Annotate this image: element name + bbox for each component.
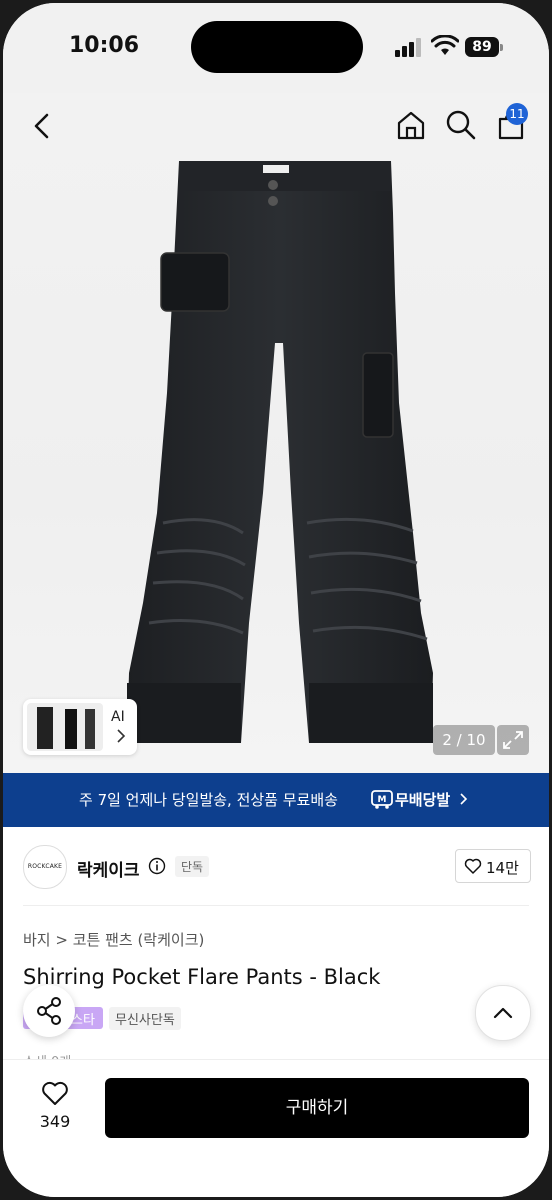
- device-frame: 10:06 89 11 AI 2 / 10 주 7일 언제나 당일발송, 전상품…: [0, 0, 552, 1200]
- wishlist-count: 349: [39, 1112, 71, 1131]
- buy-button[interactable]: 구매하기: [105, 1078, 529, 1138]
- cart-count-badge: 11: [506, 103, 528, 125]
- banner-brand: 무배당발: [395, 791, 451, 809]
- thumbnail-image: [27, 703, 103, 751]
- scroll-top-button[interactable]: [475, 985, 531, 1041]
- ai-similar-thumbnail[interactable]: AI: [23, 699, 137, 755]
- banner-text: 주 7일 언제나 당일발송, 전상품 무료배송: [79, 791, 338, 809]
- screen: 10:06 89 11 AI 2 / 10 주 7일 언제나 당일발송, 전상품…: [3, 3, 549, 1197]
- musinsa-exclusive-tag: 무신사단독: [109, 1007, 181, 1030]
- expand-button[interactable]: [497, 725, 529, 755]
- info-icon[interactable]: [148, 857, 166, 875]
- chevron-right-icon: [460, 793, 468, 805]
- svg-text:M: M: [378, 795, 387, 805]
- wifi-icon: [431, 35, 459, 55]
- brand-like-count: 14만: [486, 859, 519, 877]
- shipping-banner[interactable]: 주 7일 언제나 당일발송, 전상품 무료배송 M 무배당발: [3, 773, 549, 827]
- signal-icon: [395, 37, 425, 57]
- expand-icon: [503, 731, 523, 749]
- brand-exclusive-tag: 단독: [175, 856, 210, 877]
- chevron-right-icon: [117, 729, 126, 743]
- product-image-pants: [127, 161, 433, 743]
- battery-indicator: 89: [465, 37, 499, 57]
- breadcrumb[interactable]: 바지 > 코튼 팬츠 (락케이크): [23, 929, 204, 950]
- battery-tip: [500, 44, 503, 51]
- heart-icon: [42, 1081, 68, 1105]
- image-counter: 2 / 10: [433, 725, 495, 755]
- brand-logo[interactable]: ROCKCAKE: [23, 845, 67, 889]
- brand-logo-text: ROCKCAKE: [27, 863, 63, 870]
- dynamic-island: [191, 21, 363, 73]
- home-icon[interactable]: [395, 109, 427, 141]
- heart-icon: [464, 858, 482, 874]
- brand-name[interactable]: 락케이크: [77, 856, 140, 881]
- ai-label: AI: [111, 709, 125, 725]
- purchase-bar: 349 구매하기: [3, 1059, 549, 1197]
- status-time: 10:06: [69, 33, 140, 58]
- wishlist-button[interactable]: 349: [33, 1080, 77, 1140]
- search-icon[interactable]: [445, 109, 477, 141]
- divider: [23, 905, 529, 906]
- product-title: Shirring Pocket Flare Pants - Black: [23, 965, 381, 989]
- brand-like-button[interactable]: 14만: [455, 849, 531, 883]
- back-icon[interactable]: [27, 111, 57, 141]
- share-icon: [37, 997, 61, 1025]
- status-bar: 10:06 89: [3, 3, 549, 93]
- share-button[interactable]: [23, 985, 75, 1037]
- chevron-up-icon: [493, 1007, 513, 1019]
- product-gallery[interactable]: 11 AI 2 / 10: [3, 93, 549, 773]
- delivery-logo-icon: M: [371, 790, 393, 809]
